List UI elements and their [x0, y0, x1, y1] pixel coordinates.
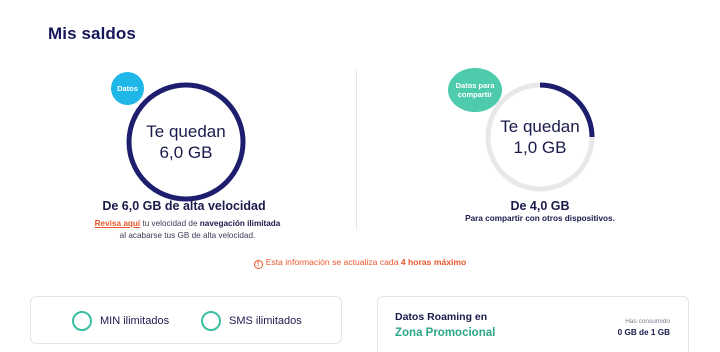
check-speed-link[interactable]: Revisa aquí — [95, 219, 141, 228]
info-icon: ! — [253, 260, 263, 269]
shared-data-note: Para compartir con otros dispositivos. — [465, 214, 615, 223]
unlimited-min-label: MIN ilimitados — [100, 315, 170, 327]
shared-data-caption: De 4,0 GB — [510, 199, 570, 213]
info-text: Esta información se actualiza cada — [265, 257, 401, 267]
gauge-remaining-label: Te quedan — [146, 122, 226, 141]
unlimited-card: MIN ilimitados SMS ilimitados — [30, 296, 342, 344]
data-badge-label: Datos — [117, 84, 138, 93]
info-emphasis: 4 horas máximo — [400, 257, 467, 267]
shared-data-badge: Datos para compartir — [448, 68, 502, 112]
unlimited-min-item: MIN ilimitados — [72, 311, 169, 331]
data-badge: Datos — [111, 72, 144, 105]
note-text-2: al acabarse tus GB de alta velocidad. — [119, 231, 256, 240]
data-balance-gauge: Te quedan 6,0 GB — [124, 80, 248, 204]
roaming-title: Datos Roaming en — [395, 311, 488, 323]
column-divider — [356, 70, 357, 230]
roaming-consumed-value: 0 GB de 1 GB — [617, 328, 670, 337]
roaming-card[interactable]: Datos Roaming en Zona Promocional Has co… — [377, 296, 689, 352]
page-title: Mis saldos — [48, 24, 136, 43]
unlimited-sms-item: SMS ilimitados — [201, 311, 302, 331]
data-balance-note: Revisa aquí tu velocidad de navegación i… — [80, 218, 295, 242]
note-strong-text: navegación ilimitada — [199, 219, 281, 228]
update-info-note: ! Esta información se actualiza cada 4 ho… — [0, 257, 720, 269]
gauge-remaining-value: 6,0 GB — [159, 143, 213, 162]
gauge-remaining-label: Te quedan — [500, 117, 580, 136]
shared-data-badge-label: Datos para compartir — [455, 81, 495, 99]
note-text-1: tu velocidad de — [140, 219, 200, 228]
roaming-zone: Zona Promocional — [395, 327, 496, 339]
data-balance-caption: De 6,0 GB de alta velocidad — [102, 199, 266, 213]
unlimited-sms-label: SMS ilimitados — [229, 315, 302, 327]
ring-icon — [72, 311, 92, 331]
gauge-remaining-value: 1,0 GB — [513, 138, 567, 157]
ring-icon — [201, 311, 221, 331]
roaming-consumed-label: Has consumido — [625, 318, 670, 325]
